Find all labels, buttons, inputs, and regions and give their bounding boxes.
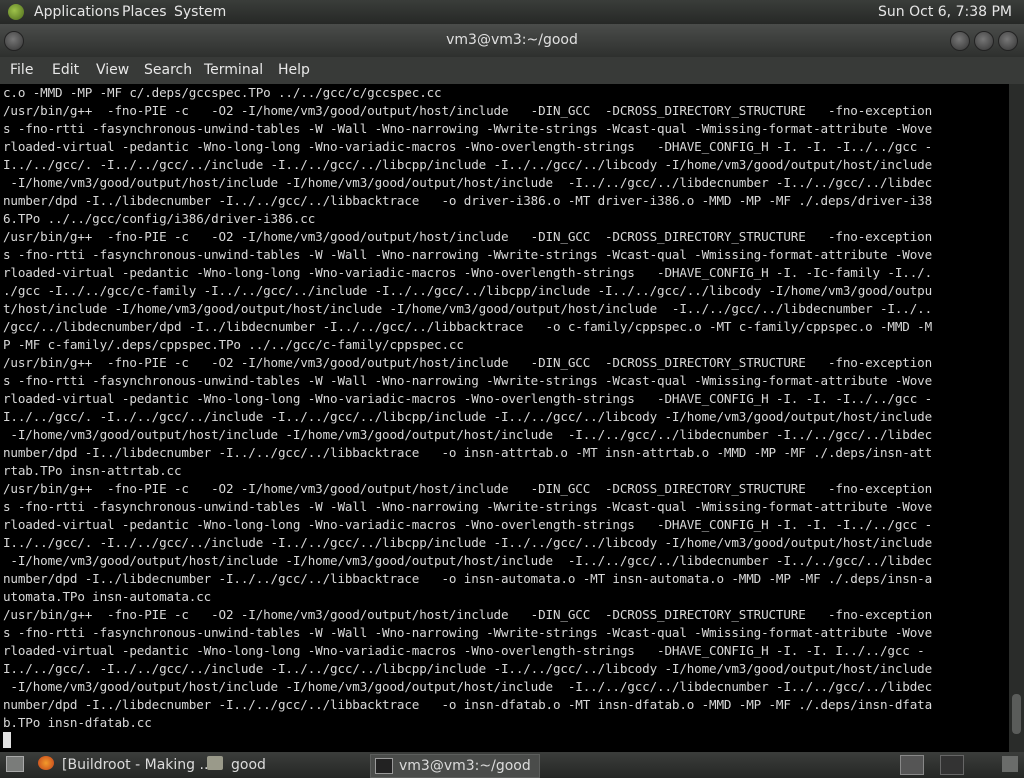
taskbar-item-terminal[interactable]: vm3@vm3:~/good (370, 754, 540, 778)
show-desktop-icon[interactable] (6, 756, 24, 772)
terminal-line: utomata.TPo insn-automata.cc (3, 589, 212, 604)
terminal-line: rloaded-virtual -pedantic -Wno-long-long… (3, 265, 933, 280)
places-menu[interactable]: Places (122, 0, 167, 24)
terminal-line: /usr/bin/g++ -fno-PIE -c -O2 -I/home/vm3… (3, 355, 933, 370)
terminal-line: /usr/bin/g++ -fno-PIE -c -O2 -I/home/vm3… (3, 607, 933, 622)
terminal-line: -I/home/vm3/good/output/host/include -I/… (10, 175, 933, 190)
workspace-2-icon[interactable] (940, 755, 964, 775)
terminal-line: P -MF c-family/.deps/cppspec.TPo ../../g… (3, 337, 464, 352)
trash-icon[interactable] (1002, 756, 1018, 772)
window-title: vm3@vm3:~/good (446, 32, 578, 48)
terminal-icon (375, 758, 393, 774)
terminal-line: b.TPo insn-dfatab.cc (3, 715, 152, 730)
terminal-line: c.o -MMD -MP -MF c/.deps/gccspec.TPo ../… (3, 85, 442, 100)
terminal-line: ./gcc -I../../gcc/c-family -I../../gcc/.… (3, 283, 933, 298)
terminal-line: s -fno-rtti -fasynchronous-unwind-tables… (3, 373, 933, 388)
firefox-icon (38, 756, 54, 770)
terminal-line: rloaded-virtual -pedantic -Wno-long-long… (3, 517, 933, 532)
terminal-text: c.o -MMD -MP -MF c/.deps/gccspec.TPo ../… (0, 84, 1009, 750)
terminal-line: s -fno-rtti -fasynchronous-unwind-tables… (3, 121, 933, 136)
menu-view[interactable]: View (96, 57, 129, 84)
minimize-icon[interactable] (950, 31, 970, 51)
menu-help[interactable]: Help (278, 57, 310, 84)
terminal-line: /gcc/../libdecnumber/dpd -I../libdecnumb… (3, 319, 933, 334)
taskbar-item-files[interactable]: good (231, 754, 266, 776)
terminal-line: -I/home/vm3/good/output/host/include -I/… (10, 553, 933, 568)
menubar: File Edit View Search Terminal Help (0, 57, 1024, 84)
terminal-line: /usr/bin/g++ -fno-PIE -c -O2 -I/home/vm3… (3, 229, 933, 244)
terminal-line: rloaded-virtual -pedantic -Wno-long-long… (3, 643, 925, 658)
terminal-line: I../../gcc/. -I../../gcc/../include -I..… (3, 157, 933, 172)
maximize-icon[interactable] (974, 31, 994, 51)
bottom-taskbar: [Buildroot - Making ... good vm3@vm3:~/g… (0, 752, 1024, 778)
terminal-line: I../../gcc/. -I../../gcc/../include -I..… (3, 661, 933, 676)
terminal-line: 6.TPo ../../gcc/config/i386/driver-i386.… (3, 211, 316, 226)
applications-menu[interactable]: Applications (34, 0, 120, 24)
menu-search[interactable]: Search (144, 57, 192, 84)
menu-edit[interactable]: Edit (52, 57, 79, 84)
terminal-line: /usr/bin/g++ -fno-PIE -c -O2 -I/home/vm3… (3, 103, 933, 118)
menu-terminal[interactable]: Terminal (204, 57, 263, 84)
terminal-output[interactable]: c.o -MMD -MP -MF c/.deps/gccspec.TPo ../… (0, 84, 1009, 752)
workspace-1-icon[interactable] (900, 755, 924, 775)
terminal-line: -I/home/vm3/good/output/host/include -I/… (10, 427, 933, 442)
scrollbar-thumb[interactable] (1012, 694, 1021, 734)
taskbar-terminal-label: vm3@vm3:~/good (399, 758, 531, 774)
terminal-line: rloaded-virtual -pedantic -Wno-long-long… (3, 139, 933, 154)
terminal-line: number/dpd -I../libdecnumber -I../../gcc… (3, 697, 933, 712)
terminal-line: number/dpd -I../libdecnumber -I../../gcc… (3, 445, 933, 460)
close-icon[interactable] (998, 31, 1018, 51)
taskbar-item-browser[interactable]: [Buildroot - Making ... (62, 754, 213, 776)
terminal-cursor (3, 732, 11, 748)
terminal-line: number/dpd -I../libdecnumber -I../../gcc… (3, 571, 933, 586)
window-titlebar[interactable]: vm3@vm3:~/good (0, 24, 1024, 57)
top-panel: Applications Places System Sun Oct 6, 7:… (0, 0, 1024, 24)
terminal-line: /usr/bin/g++ -fno-PIE -c -O2 -I/home/vm3… (3, 481, 933, 496)
applications-logo-icon[interactable] (8, 4, 24, 20)
terminal-line: I../../gcc/. -I../../gcc/../include -I..… (3, 535, 933, 550)
terminal-line: s -fno-rtti -fasynchronous-unwind-tables… (3, 625, 933, 640)
terminal-line: I../../gcc/. -I../../gcc/../include -I..… (3, 409, 933, 424)
clock[interactable]: Sun Oct 6, 7:38 PM (878, 0, 1012, 24)
terminal-line: rloaded-virtual -pedantic -Wno-long-long… (3, 391, 933, 406)
folder-icon (207, 756, 223, 770)
terminal-line: number/dpd -I../libdecnumber -I../../gcc… (3, 193, 933, 208)
terminal-line: s -fno-rtti -fasynchronous-unwind-tables… (3, 247, 933, 262)
menu-file[interactable]: File (10, 57, 33, 84)
terminal-line: s -fno-rtti -fasynchronous-unwind-tables… (3, 499, 933, 514)
terminal-line: t/host/include -I/home/vm3/good/output/h… (3, 301, 933, 316)
terminal-line: rtab.TPo insn-attrtab.cc (3, 463, 182, 478)
terminal-line: -I/home/vm3/good/output/host/include -I/… (10, 679, 933, 694)
system-menu[interactable]: System (174, 0, 226, 24)
terminal-scrollbar[interactable] (1009, 84, 1024, 752)
